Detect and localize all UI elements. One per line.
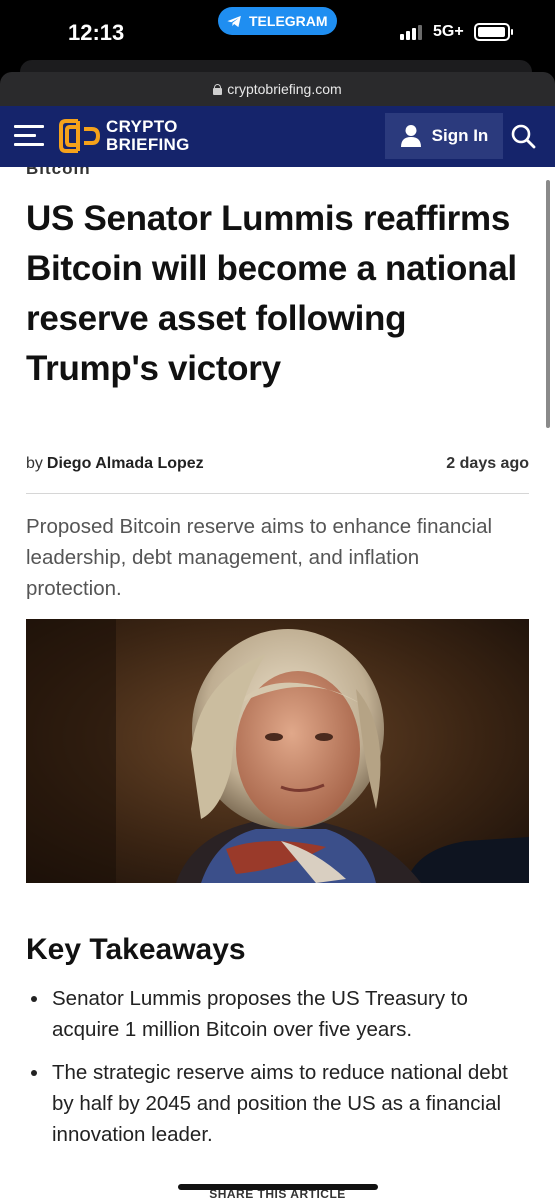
user-icon bbox=[400, 125, 421, 147]
category-label[interactable]: Bitcoin bbox=[26, 167, 91, 179]
network-type: 5G+ bbox=[433, 23, 464, 40]
article-page: Bitcoin US Senator Lummis reaffirms Bitc… bbox=[0, 167, 555, 1200]
byline: by Diego Almada Lopez bbox=[26, 455, 204, 473]
address-bar[interactable]: cryptobriefing.com bbox=[0, 72, 555, 106]
article-hero-image bbox=[26, 619, 529, 883]
byline-prefix: by bbox=[26, 455, 43, 472]
key-takeaways-heading: Key Takeaways bbox=[26, 933, 246, 966]
telegram-pill-label: TELEGRAM bbox=[249, 13, 328, 29]
article-subtitle: Proposed Bitcoin reserve aims to enhance… bbox=[26, 515, 493, 600]
signal-strength-icon bbox=[400, 24, 426, 40]
divider bbox=[26, 493, 529, 494]
menu-icon[interactable] bbox=[14, 125, 44, 147]
key-takeaways-list: Senator Lummis proposes the US Treasury … bbox=[26, 983, 526, 1162]
crypto-briefing-logo-icon[interactable] bbox=[58, 117, 102, 155]
lock-icon bbox=[213, 83, 223, 95]
battery-icon bbox=[474, 23, 513, 41]
sign-in-button[interactable]: Sign In bbox=[385, 113, 503, 159]
publish-date: 2 days ago bbox=[446, 455, 529, 472]
list-item: Senator Lummis proposes the US Treasury … bbox=[26, 983, 526, 1045]
page-scrollbar[interactable] bbox=[546, 180, 550, 428]
home-indicator[interactable] bbox=[178, 1184, 378, 1190]
telegram-icon bbox=[227, 15, 241, 27]
clock: 12:13 bbox=[68, 20, 125, 45]
sign-in-label: Sign In bbox=[431, 126, 489, 145]
status-bar: 12:13 TELEGRAM 5G+ bbox=[0, 0, 555, 62]
brand-wordmark[interactable]: CRYPTO BRIEFING bbox=[106, 118, 190, 154]
search-icon[interactable] bbox=[510, 123, 536, 149]
brand-line-1: CRYPTO bbox=[106, 117, 178, 136]
article-headline: US Senator Lummis reaffirms Bitcoin will… bbox=[26, 199, 517, 388]
url-text: cryptobriefing.com bbox=[227, 81, 342, 97]
telegram-return-pill[interactable]: TELEGRAM bbox=[218, 7, 337, 35]
brand-line-2: BRIEFING bbox=[106, 135, 190, 154]
list-item: The strategic reserve aims to reduce nat… bbox=[26, 1057, 526, 1150]
site-header: CRYPTO BRIEFING Sign In bbox=[0, 106, 555, 167]
author-link[interactable]: Diego Almada Lopez bbox=[47, 455, 204, 472]
